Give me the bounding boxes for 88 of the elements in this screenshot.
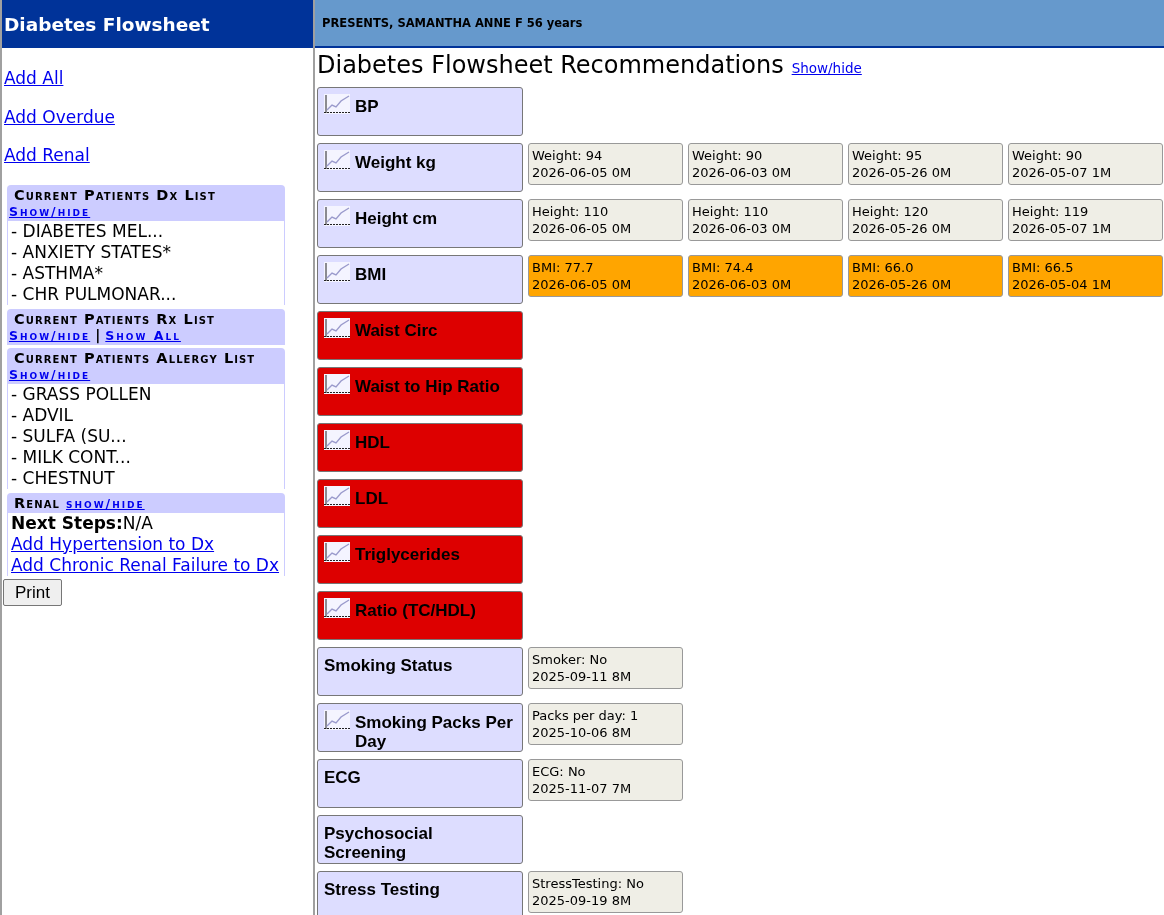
result-value: Height: 119 xyxy=(1012,203,1089,220)
result-date: 2026-06-05 0M xyxy=(532,164,632,181)
list-item: - MILK CONT... xyxy=(11,447,131,468)
measure-name: LDL xyxy=(355,488,389,508)
list-item: - ADVIL xyxy=(11,405,74,426)
result-date: 2026-05-04 1M xyxy=(1012,276,1112,293)
app-title: Diabetes Flowsheet xyxy=(4,13,210,35)
list-item: - CHESTNUT xyxy=(11,468,115,489)
renal-link[interactable]: Add Hypertension to Dx xyxy=(11,533,215,555)
result-date: 2026-06-03 0M xyxy=(692,220,792,237)
measure-name: Waist to Hip Ratio xyxy=(355,376,500,396)
list-item: - ASTHMA* xyxy=(11,263,103,284)
line-chart-icon[interactable] xyxy=(324,206,350,226)
sidebar-link[interactable]: Add All xyxy=(4,68,64,88)
result-value: BMI: 66.5 xyxy=(1012,259,1074,276)
result-value: BMI: 77.7 xyxy=(532,259,594,276)
list-item: - ANXIETY STATES* xyxy=(11,242,172,263)
link-separator: | xyxy=(95,327,101,343)
measure-name: ECG xyxy=(324,767,361,787)
line-chart-icon[interactable] xyxy=(324,262,350,282)
next-steps-text: Next Steps:N/A xyxy=(11,512,153,534)
page-title: Diabetes Flowsheet Recommendations xyxy=(317,50,784,80)
result-value: Height: 120 xyxy=(852,203,929,220)
result-date: 2026-05-07 1M xyxy=(1012,164,1112,181)
measure-name: Smoking Packs Per Day xyxy=(355,712,514,751)
result-date: 2026-06-03 0M xyxy=(692,164,792,181)
result-value: ECG: No xyxy=(532,763,586,780)
result-value: Smoker: No xyxy=(532,651,608,668)
measure-name: Smoking Status xyxy=(324,655,453,675)
panel-link[interactable]: Show/hide xyxy=(9,204,91,219)
result-date: 2026-05-26 0M xyxy=(852,220,952,237)
measure-name: Ratio (TC/HDL) xyxy=(355,600,476,620)
show-hide-link[interactable]: Show/hide xyxy=(791,60,862,76)
result-date: 2025-09-19 8M xyxy=(532,892,632,909)
result-date: 2026-05-26 0M xyxy=(852,276,952,293)
measure-name: Triglycerides xyxy=(355,544,460,564)
measure-name: Waist Circ xyxy=(355,320,438,340)
list-item: - SULFA (SU... xyxy=(11,426,127,447)
result-value: StressTesting: No xyxy=(532,875,644,892)
line-chart-icon[interactable] xyxy=(324,430,350,450)
list-item: - DIABETES MEL... xyxy=(11,221,164,242)
list-item: - CHR PULMONAR... xyxy=(11,284,177,305)
panel-link[interactable]: Show/hide xyxy=(9,367,91,382)
patient-info: PRESENTS, SAMANTHA ANNE F 56 years xyxy=(322,16,583,30)
panel-link[interactable]: Show All xyxy=(105,327,181,343)
result-date: 2025-11-07 7M xyxy=(532,780,632,797)
sidebar-link[interactable]: Add Renal xyxy=(4,145,90,165)
panel-title: Current Patients Allergy List xyxy=(14,350,256,367)
measure-name: Height cm xyxy=(355,208,438,228)
sidebar-link[interactable]: Add Overdue xyxy=(4,106,115,127)
line-chart-icon[interactable] xyxy=(324,710,350,730)
line-chart-icon[interactable] xyxy=(324,374,350,394)
result-date: 2026-05-07 1M xyxy=(1012,220,1112,237)
panel-link[interactable]: show/hide xyxy=(66,495,145,511)
line-chart-icon[interactable] xyxy=(324,94,350,114)
renal-link[interactable]: Add Chronic Renal Failure to Dx xyxy=(11,554,279,576)
result-date: 2025-09-11 8M xyxy=(532,668,632,685)
line-chart-icon[interactable] xyxy=(324,598,350,618)
line-chart-icon[interactable] xyxy=(324,542,350,562)
line-chart-icon[interactable] xyxy=(324,150,350,170)
result-value: Packs per day: 1 xyxy=(532,707,639,724)
result-date: 2026-06-03 0M xyxy=(692,276,792,293)
result-value: Weight: 90 xyxy=(1012,147,1083,164)
measure-name: Weight kg xyxy=(355,152,436,172)
result-value: Weight: 90 xyxy=(692,147,763,164)
measure-name: BP xyxy=(355,96,379,116)
line-chart-icon[interactable] xyxy=(324,318,350,338)
result-value: Weight: 94 xyxy=(532,147,603,164)
line-chart-icon[interactable] xyxy=(324,486,350,506)
result-date: 2026-05-26 0M xyxy=(852,164,952,181)
result-value: BMI: 74.4 xyxy=(692,259,754,276)
panel-link[interactable]: Show/hide xyxy=(9,327,91,343)
panel-title: Current Patients Dx List xyxy=(14,187,216,204)
measure-name: Psychosocial Screening xyxy=(324,823,434,862)
measure-name: HDL xyxy=(355,432,390,452)
measure-name: BMI xyxy=(355,264,387,284)
result-date: 2026-06-05 0M xyxy=(532,276,632,293)
result-date: 2025-10-06 8M xyxy=(532,724,632,741)
result-date: 2026-06-05 0M xyxy=(532,220,632,237)
result-value: Weight: 95 xyxy=(852,147,923,164)
list-item: - GRASS POLLEN xyxy=(11,384,152,405)
result-value: Height: 110 xyxy=(692,203,769,220)
panel-title: Current Patients Rx List xyxy=(14,310,215,328)
result-value: BMI: 66.0 xyxy=(852,259,914,276)
print-button[interactable]: Print xyxy=(3,579,62,606)
panel-title: Renal xyxy=(14,494,60,512)
result-value: Height: 110 xyxy=(532,203,609,220)
measure-name: Stress Testing xyxy=(324,879,440,899)
